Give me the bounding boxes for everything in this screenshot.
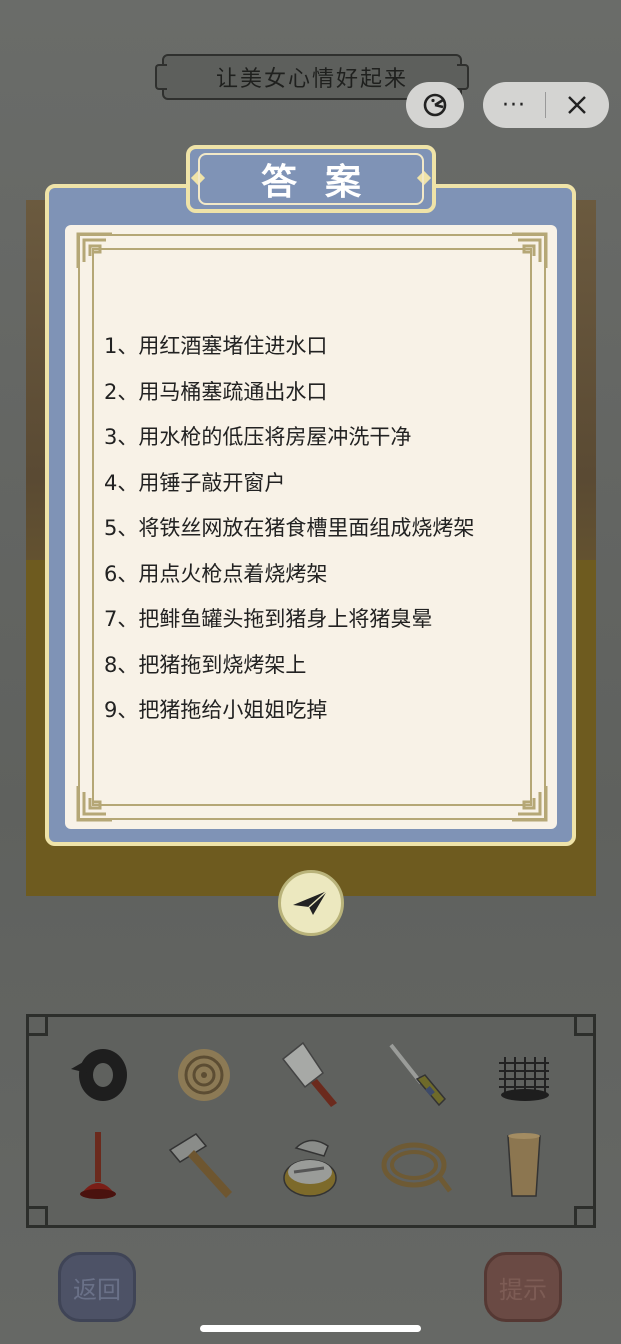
inventory-corner (26, 1206, 48, 1228)
rope-coil-icon[interactable] (164, 1034, 244, 1114)
cleaver-icon[interactable] (270, 1034, 350, 1114)
ornament-corner-icon (76, 232, 112, 268)
game-center-button[interactable] (406, 82, 464, 128)
ornament-corner-icon (512, 786, 548, 822)
back-button[interactable]: 返回 (58, 1252, 136, 1322)
answer-step: 4、用锤子敲开窗户 (104, 470, 286, 495)
answer-step: 8、把猪拖到烧烤架上 (104, 652, 307, 677)
inventory-corner (574, 1014, 596, 1036)
home-indicator[interactable] (200, 1325, 421, 1332)
lighter-icon[interactable] (376, 1034, 456, 1114)
wire-mesh-icon[interactable] (484, 1034, 564, 1114)
miniprogram-capsule: ··· (483, 82, 609, 128)
tape-roll-icon[interactable] (58, 1034, 138, 1114)
share-plane-button[interactable] (278, 870, 344, 936)
ornament-corner-icon (512, 232, 548, 268)
answer-step: 9、把猪拖给小姐姐吃掉 (104, 698, 328, 722)
answer-step: 1、用红酒塞堵住进水口 (104, 334, 328, 358)
dialog-title: 答案 (198, 153, 424, 205)
plunger-icon[interactable] (58, 1126, 138, 1206)
more-options-button[interactable]: ··· (483, 93, 545, 118)
close-button[interactable] (546, 94, 608, 116)
inventory-corner (574, 1206, 596, 1228)
answer-step: 3、用水枪的低压将房屋冲洗干净 (104, 425, 412, 449)
inventory-corner (26, 1014, 48, 1036)
paper-plane-icon (293, 890, 328, 915)
cork-cup-icon[interactable] (484, 1126, 564, 1206)
answer-step: 7、把鲱鱼罐头拖到猪身上将猪臭晕 (104, 607, 433, 631)
close-icon (568, 96, 586, 114)
water-hose-icon[interactable] (376, 1126, 456, 1206)
game-center-icon (423, 93, 447, 117)
answer-steps: 1、用红酒塞堵住进水口 2、用马桶塞疏通出水口 3、用水枪的低压将房屋冲洗干净 … (104, 326, 524, 736)
answer-step: 5、将铁丝网放在猪食槽里面组成烧烤架 (104, 516, 475, 540)
fish-can-icon[interactable] (270, 1126, 350, 1206)
ornament-corner-icon (76, 786, 112, 822)
hint-button[interactable]: 提示 (484, 1252, 562, 1322)
hammer-icon[interactable] (164, 1126, 244, 1206)
answer-step: 6、用点火枪点着烧烤架 (104, 561, 328, 586)
answer-step: 2、用马桶塞疏通出水口 (104, 379, 328, 404)
